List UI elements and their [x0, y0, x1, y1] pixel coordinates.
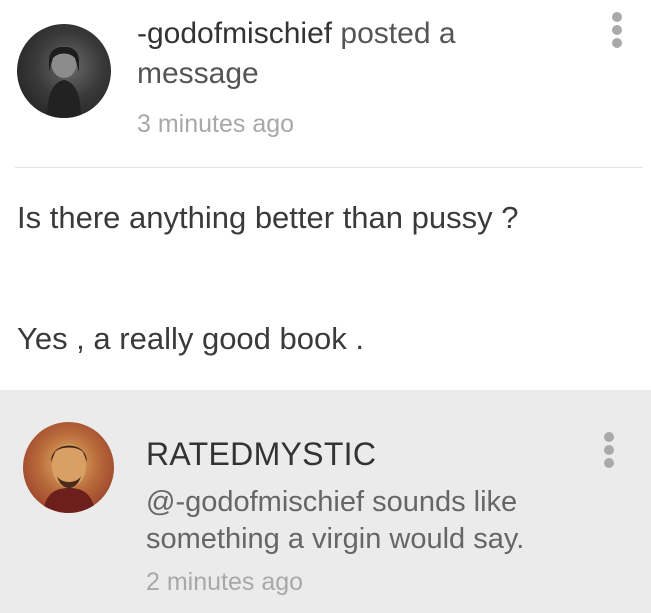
comment-text: @-godofmischief sounds like something a …: [146, 486, 525, 555]
comment-timestamp: 2 minutes ago: [146, 568, 304, 596]
post-author-line: -godofmischief posted a message: [137, 14, 567, 94]
post-more-options-icon[interactable]: [607, 10, 627, 50]
post-author-avatar[interactable]: [17, 24, 111, 118]
post-header: -godofmischief posted a message 3 minute…: [0, 0, 651, 168]
avatar-photo-icon: [43, 444, 95, 513]
comment-author-avatar[interactable]: [23, 422, 114, 513]
post-author-name[interactable]: -godofmischief: [137, 17, 332, 50]
divider: [15, 167, 643, 168]
post-timestamp: 3 minutes ago: [137, 110, 295, 138]
post-body-line: Is there anything better than pussy ?: [17, 200, 519, 235]
comment-card: RATEDMYSTIC @-godofmischief sounds like …: [0, 390, 651, 613]
avatar-photo-icon: [47, 46, 81, 118]
comment-author-name[interactable]: RATEDMYSTIC: [146, 436, 376, 473]
post-body-line: Yes , a really good book .: [17, 321, 364, 356]
post-body: Is there anything better than pussy ? Ye…: [17, 196, 637, 360]
comment-more-options-icon[interactable]: [599, 430, 619, 470]
